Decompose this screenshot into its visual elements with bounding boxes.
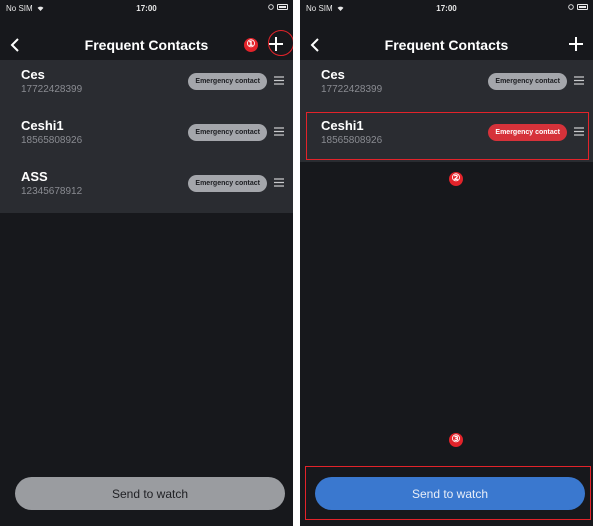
battery-icon bbox=[577, 4, 588, 10]
emergency-contact-toggle[interactable]: Emergency contact bbox=[188, 73, 267, 90]
emergency-contact-toggle[interactable]: Emergency contact bbox=[188, 124, 267, 141]
highlight-send-button bbox=[305, 466, 591, 520]
status-bar: No SIM 17:00 bbox=[0, 0, 293, 18]
contact-name: Ces bbox=[321, 67, 345, 82]
add-contact-button[interactable] bbox=[565, 33, 587, 55]
alarm-icon bbox=[268, 4, 274, 10]
contact-name: Ces bbox=[21, 67, 45, 82]
drag-handle-icon[interactable] bbox=[274, 178, 284, 187]
contact-phone: 17722428399 bbox=[321, 84, 383, 95]
status-time: 17:00 bbox=[436, 4, 457, 13]
contact-phone: 12345678912 bbox=[21, 186, 83, 197]
list-item[interactable]: Ces 17722428399 Emergency contact bbox=[0, 60, 293, 111]
contact-list: Ces 17722428399 Emergency contact Ceshi1… bbox=[0, 60, 293, 213]
emergency-contact-toggle[interactable]: Emergency contact bbox=[188, 175, 267, 192]
page-title: Frequent Contacts bbox=[384, 37, 509, 53]
phone-screen-right: No SIM 17:00 Frequent Contacts Ces 17722… bbox=[300, 0, 593, 526]
list-item[interactable]: ASS 12345678912 Emergency contact bbox=[0, 162, 293, 213]
contact-name: Ceshi1 bbox=[21, 118, 64, 133]
contact-phone: 18565808926 bbox=[21, 135, 83, 146]
phone-screen-left: No SIM 17:00 Frequent Contacts Ces 17722… bbox=[0, 0, 293, 526]
alarm-icon bbox=[568, 4, 574, 10]
drag-handle-icon[interactable] bbox=[274, 127, 284, 136]
contact-name: ASS bbox=[21, 169, 48, 184]
callout-2: ② bbox=[449, 172, 463, 186]
status-time: 17:00 bbox=[136, 4, 157, 13]
contact-phone: 17722428399 bbox=[21, 84, 83, 95]
list-item[interactable]: Ceshi1 18565808926 Emergency contact bbox=[0, 111, 293, 162]
list-item[interactable]: Ces 17722428399 Emergency contact bbox=[300, 60, 593, 111]
drag-handle-icon[interactable] bbox=[274, 76, 284, 85]
emergency-contact-toggle[interactable]: Emergency contact bbox=[488, 73, 567, 90]
callout-3: ③ bbox=[449, 433, 463, 447]
send-to-watch-button[interactable]: Send to watch bbox=[15, 477, 285, 510]
status-bar: No SIM 17:00 bbox=[300, 0, 593, 18]
drag-handle-icon[interactable] bbox=[574, 76, 584, 85]
callout-1: ① bbox=[244, 38, 258, 52]
highlight-add-button bbox=[268, 30, 293, 56]
battery-icon bbox=[277, 4, 288, 10]
nav-bar: Frequent Contacts bbox=[300, 30, 593, 60]
highlight-contact-row bbox=[306, 112, 589, 160]
plus-icon bbox=[569, 37, 583, 51]
